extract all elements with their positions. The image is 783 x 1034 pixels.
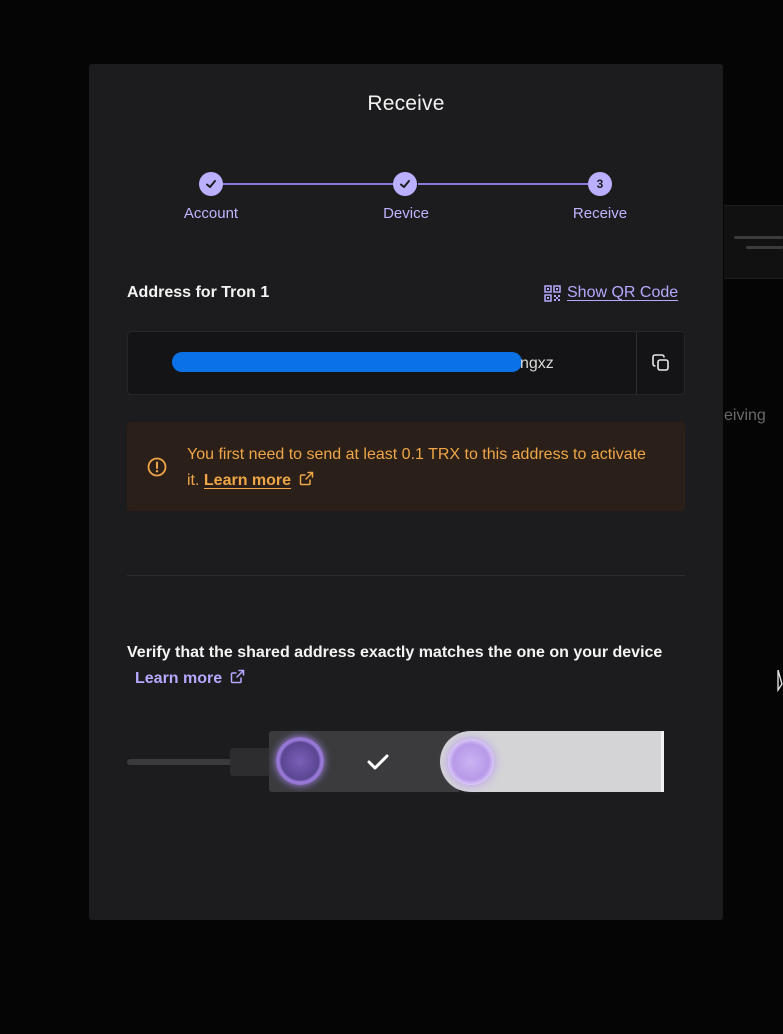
warning-learn-more-text: Learn more (203, 472, 292, 489)
background-line (746, 246, 783, 249)
copy-icon (651, 354, 669, 371)
section-divider (127, 575, 685, 576)
step-account-done-icon (199, 172, 223, 196)
device-cable (127, 759, 234, 765)
verify-learn-more-text: Learn more (135, 670, 223, 687)
verify-text: Verify that the shared address exactly m… (127, 644, 663, 661)
verify-learn-more-link[interactable]: Learn more (135, 670, 222, 687)
step-device-done-icon (393, 172, 417, 196)
warning-icon (147, 457, 167, 477)
show-qr-code-link[interactable]: Show QR Code (544, 284, 678, 302)
device-plug (230, 748, 272, 776)
qr-code-icon (544, 284, 561, 302)
step-device-label: Device (383, 205, 429, 222)
external-link-icon (299, 471, 313, 486)
stepper-line (223, 183, 393, 185)
external-link-icon (230, 669, 244, 684)
modal-title: Receive (367, 92, 445, 115)
stepper-line (418, 183, 588, 185)
step-receive-number: 3 (588, 172, 612, 196)
verify-message: Verify that the shared address exactly m… (127, 640, 667, 692)
activation-warning: You first need to send at least 0.1 TRX … (127, 422, 685, 511)
show-qr-code-text: Show QR Code (567, 284, 679, 301)
background-panel (724, 205, 783, 279)
device-left-button (276, 737, 324, 785)
background-partial-text: eiving (724, 407, 766, 424)
step-receive-label: Receive (572, 205, 628, 222)
mouse-cursor-icon (777, 670, 783, 692)
address-text: ngxz (520, 355, 554, 372)
copy-address-button[interactable] (636, 332, 684, 394)
warning-message: You first need to send at least 0.1 TRX … (187, 442, 657, 494)
device-right-button (448, 739, 494, 785)
step-account-label: Account (183, 205, 239, 222)
warning-learn-more-link[interactable]: Learn more (204, 472, 291, 489)
background-line (734, 236, 783, 239)
address-redaction (172, 352, 522, 372)
address-label: Address for Tron 1 (127, 284, 270, 301)
device-check-icon (367, 751, 389, 777)
address-field[interactable]: ngxz (127, 331, 685, 395)
